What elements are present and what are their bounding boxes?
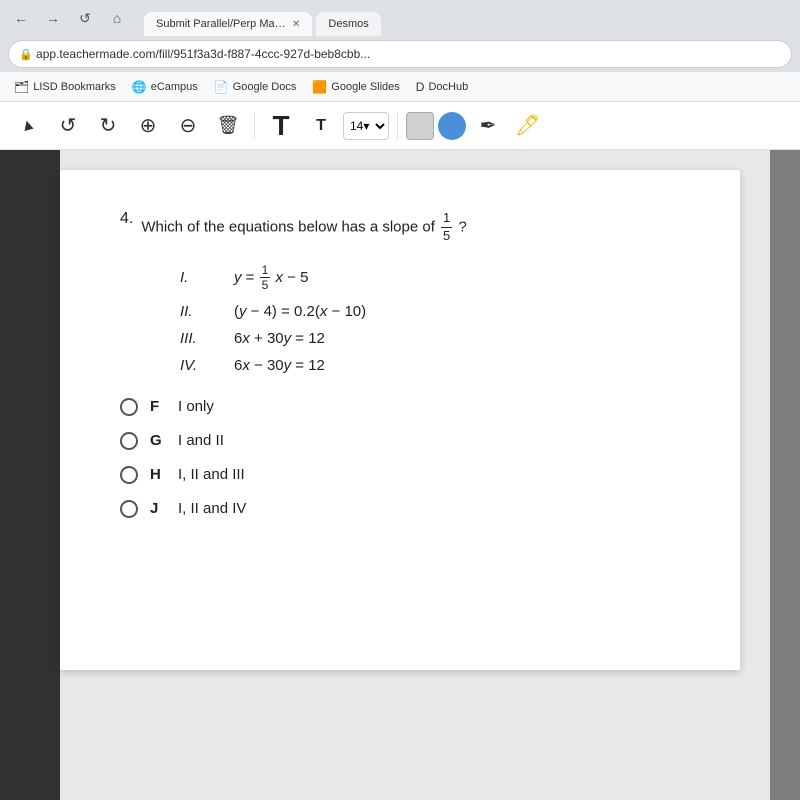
- cursor-tool[interactable]: ▲: [6, 103, 50, 147]
- redo-button[interactable]: ↻: [90, 108, 126, 144]
- toolbar-separator-2: [397, 112, 398, 140]
- eq-label-1: I.: [180, 269, 210, 286]
- forward-button[interactable]: →: [40, 5, 66, 31]
- pen-tool[interactable]: ✒: [470, 108, 506, 144]
- reload-button[interactable]: ↺: [72, 5, 98, 31]
- worksheet-paper: 4. Which of the equations below has a sl…: [60, 170, 740, 670]
- slope-fraction: 1 5: [441, 210, 452, 245]
- tab-close-button[interactable]: ✕: [292, 19, 300, 30]
- question-number-label: 4.: [120, 210, 133, 228]
- home-button[interactable]: ⌂: [104, 5, 130, 31]
- desmos-tab-label: Desmos: [328, 18, 368, 30]
- bookmark-gdocs[interactable]: 📄 Google Docs: [208, 78, 303, 96]
- choice-H: H I, II and III: [120, 466, 680, 484]
- question-mark: ?: [458, 218, 466, 235]
- circle-tool[interactable]: [438, 112, 466, 140]
- delete-button[interactable]: 🗑: [210, 108, 246, 144]
- eq-content-4: 6x − 30y = 12: [234, 357, 325, 374]
- active-tab[interactable]: Submit Parallel/Perp Makeup Q ✕: [144, 12, 312, 36]
- answer-choices: F I only G I and II H I, II and III J I,…: [120, 398, 680, 518]
- choice-G: G I and II: [120, 432, 680, 450]
- equation-item-2: II. (y − 4) = 0.2(x − 10): [180, 303, 680, 320]
- choice-letter-F: F: [150, 398, 166, 415]
- text-large-button[interactable]: T: [263, 108, 299, 144]
- bookmark-gslides[interactable]: 🟧 Google Slides: [306, 78, 405, 96]
- zoom-in-button[interactable]: ⊕: [130, 108, 166, 144]
- dochub-icon: D: [416, 80, 425, 94]
- rectangle-tool[interactable]: [406, 112, 434, 140]
- radio-H[interactable]: [120, 466, 138, 484]
- gslides-label: Google Slides: [331, 81, 400, 93]
- radio-F[interactable]: [120, 398, 138, 416]
- radio-G[interactable]: [120, 432, 138, 450]
- choice-text-G: I and II: [178, 432, 224, 449]
- radio-J[interactable]: [120, 500, 138, 518]
- text-small-button[interactable]: T: [303, 108, 339, 144]
- eq-label-3: III.: [180, 330, 210, 347]
- choice-text-H: I, II and III: [178, 466, 245, 483]
- choice-letter-G: G: [150, 432, 166, 449]
- back-button[interactable]: ←: [8, 5, 34, 31]
- choice-letter-J: J: [150, 500, 166, 517]
- choice-F: F I only: [120, 398, 680, 416]
- ecampus-icon: 🌐: [132, 80, 147, 94]
- eq-content-2: (y − 4) = 0.2(x − 10): [234, 303, 366, 320]
- bookmark-lisd[interactable]: 🗂 LISD Bookmarks: [8, 78, 122, 96]
- editor-toolbar: ▲ ↺ ↻ ⊕ ⊖ 🗑 T T 14▾ 10 12 16 18 20 ✒ 🖊: [0, 102, 800, 150]
- lock-icon: 🔒: [19, 48, 33, 61]
- highlighter-tool[interactable]: 🖊: [510, 108, 546, 144]
- bookmark-dochub[interactable]: D DocHub: [410, 78, 474, 96]
- equation-item-4: IV. 6x − 30y = 12: [180, 357, 680, 374]
- choice-J: J I, II and IV: [120, 500, 680, 518]
- bookmark-ecampus[interactable]: 🌐 eCampus: [126, 78, 204, 96]
- content-area: 4. Which of the equations below has a sl…: [0, 150, 800, 800]
- choice-text-F: I only: [178, 398, 214, 415]
- slope-denominator: 5: [441, 228, 452, 245]
- font-size-select[interactable]: 14▾ 10 12 16 18 20: [343, 112, 389, 140]
- question-block: 4. Which of the equations below has a sl…: [120, 210, 680, 245]
- undo-button[interactable]: ↺: [50, 108, 86, 144]
- desmos-tab[interactable]: Desmos: [316, 12, 380, 36]
- bookmarks-bar: 🗂 LISD Bookmarks 🌐 eCampus 📄 Google Docs…: [0, 72, 800, 102]
- lisd-label: LISD Bookmarks: [33, 81, 116, 93]
- right-shadow: [770, 150, 800, 800]
- eq-content-3: 6x + 30y = 12: [234, 330, 325, 347]
- zoom-out-button[interactable]: ⊖: [170, 108, 206, 144]
- eq-content-1: y = 1 5 x − 5: [234, 263, 308, 293]
- tab-title: Submit Parallel/Perp Makeup Q: [156, 18, 286, 30]
- question-text: Which of the equations below has a slope…: [141, 210, 466, 245]
- equation-item-1: I. y = 1 5 x − 5: [180, 263, 680, 293]
- gslides-icon: 🟧: [312, 80, 327, 94]
- ecampus-label: eCampus: [151, 81, 198, 93]
- equation-item-3: III. 6x + 30y = 12: [180, 330, 680, 347]
- lisd-icon: 🗂: [14, 80, 29, 94]
- address-bar[interactable]: 🔒 app.teachermade.com/fill/951f3a3d-f887…: [8, 40, 792, 68]
- choice-text-J: I, II and IV: [178, 500, 246, 517]
- gdocs-icon: 📄: [214, 80, 229, 94]
- left-shadow: [0, 150, 60, 800]
- equation-list: I. y = 1 5 x − 5 II. (y − 4) = 0.2(x − 1…: [180, 263, 680, 374]
- url-text: app.teachermade.com/fill/951f3a3d-f887-4…: [36, 47, 370, 61]
- choice-letter-H: H: [150, 466, 166, 483]
- eq-label-2: II.: [180, 303, 210, 320]
- gdocs-label: Google Docs: [233, 81, 297, 93]
- toolbar-separator-1: [254, 112, 255, 140]
- eq-label-4: IV.: [180, 357, 210, 374]
- slope-numerator: 1: [441, 210, 452, 228]
- dochub-label: DocHub: [428, 81, 468, 93]
